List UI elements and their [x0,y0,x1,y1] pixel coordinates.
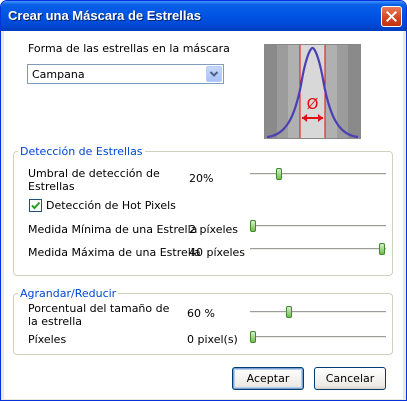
hot-pixels-label[interactable]: Detección de Hot Pixels [46,199,176,212]
min-size-label: Medida Mínima de una Estrella [28,223,198,236]
percent-value: 60 % [187,307,215,320]
threshold-slider[interactable] [250,168,386,180]
detection-group-title: Detección de Estrellas [18,145,145,158]
slider-thumb[interactable] [276,168,282,180]
hot-pixels-checkbox[interactable] [29,199,42,212]
slider-thumb[interactable] [379,243,385,255]
window-title: Crear una Máscara de Estrellas [8,8,201,23]
slider-track [250,173,386,176]
star-shape-preview: Ø [264,44,361,139]
max-size-slider[interactable] [250,243,386,255]
title-bar[interactable]: Crear una Máscara de Estrellas [1,1,406,31]
dropdown-button[interactable] [206,66,222,82]
min-size-value: 2 píxeles [189,223,239,236]
chevron-down-icon [209,71,219,77]
ok-button[interactable]: Aceptar [232,367,304,390]
shape-label: Forma de las estrellas en la máscara [28,42,230,55]
cancel-button[interactable]: Cancelar [314,367,386,390]
resize-group-title: Agrandar/Reducir [18,287,119,300]
shape-select[interactable]: Campana [27,64,224,84]
close-icon [386,11,397,22]
pixels-value: 0 pixel(s) [187,333,238,346]
close-button[interactable] [381,6,402,27]
diameter-symbol: Ø [307,95,319,113]
percent-label: Porcentual del tamaño de la estrella [28,302,170,328]
min-size-slider[interactable] [250,220,386,232]
dialog-window: Crear una Máscara de Estrellas Forma de … [0,0,407,401]
percent-slider[interactable] [250,306,386,318]
max-size-label: Medida Máxima de una Estrella [28,246,201,259]
threshold-label: Umbral de detección de Estrellas [28,167,160,193]
checkmark-icon [31,201,41,210]
slider-thumb[interactable] [250,331,256,343]
slider-track [250,336,386,339]
threshold-value: 20% [189,172,214,185]
pixels-label: Píxeles [28,333,67,346]
slider-track [250,225,386,228]
max-size-value: 40 píxeles [189,246,246,259]
pixels-slider[interactable] [250,331,386,343]
shape-select-value: Campana [32,68,85,81]
bell-curve-graphic: Ø [265,45,360,139]
dialog-body: Forma de las estrellas en la máscara Cam… [4,31,403,399]
slider-track [250,311,386,314]
slider-track [250,248,386,251]
slider-thumb[interactable] [286,306,292,318]
slider-thumb[interactable] [250,220,256,232]
